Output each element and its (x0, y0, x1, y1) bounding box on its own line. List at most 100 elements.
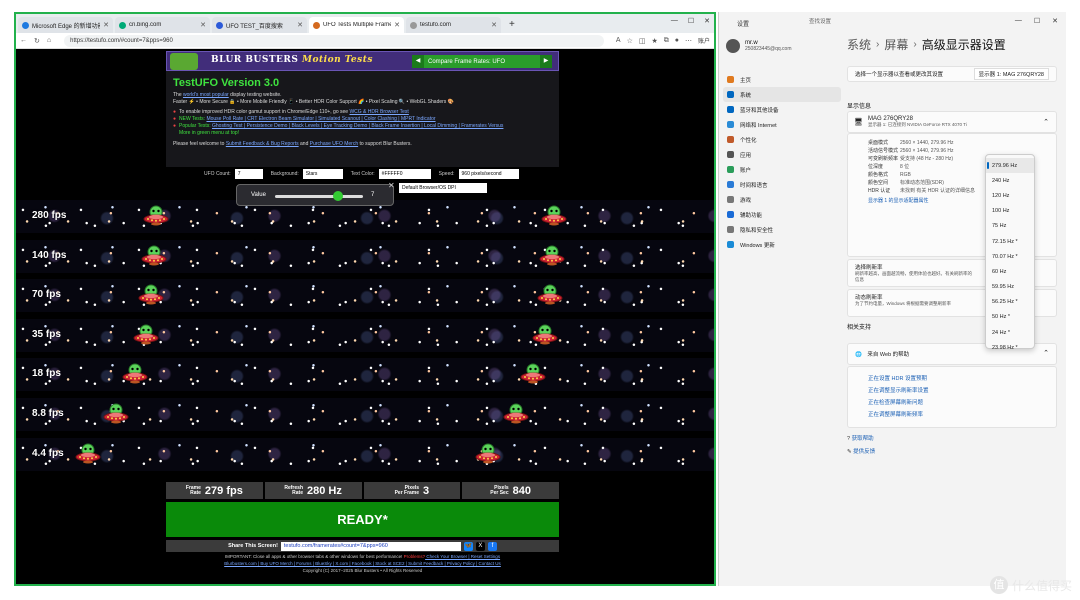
display-select-dropdown[interactable]: 显示器 1: MAG 276QRY28 (973, 68, 1049, 80)
back-icon[interactable]: ← (20, 37, 27, 44)
url-input[interactable]: https://testufo.com/#count=7&pps=960 (64, 34, 604, 47)
tab-close-icon[interactable]: ✕ (200, 21, 206, 29)
refresh-rate-option[interactable]: 72.15 Hz * (986, 234, 1034, 249)
nav-item[interactable]: 辅助功能 (723, 207, 841, 222)
maximize-icon[interactable]: ☐ (1034, 17, 1040, 25)
refresh-rate-option[interactable]: 100 Hz (986, 204, 1034, 219)
ufo-icon (141, 244, 167, 268)
ufo-icon (103, 402, 129, 426)
info-key: 桌面模式 (868, 140, 889, 146)
tab-close-icon[interactable]: ✕ (394, 21, 400, 29)
popular-link[interactable]: world's most popular (183, 92, 229, 98)
refresh-rate-option[interactable]: 240 Hz (986, 173, 1034, 188)
footer-links[interactable]: Blurbusters.com | Buy UFO Merch | Forums… (166, 560, 559, 567)
refresh-rate-option[interactable]: 23.98 Hz * (986, 340, 1034, 355)
nav-item[interactable]: 游戏 (723, 192, 841, 207)
new-tests-links[interactable]: Mouse Poll Rate | CRT Electron Beam Simu… (206, 116, 435, 122)
chevron-up-icon[interactable]: ⌃ (1043, 349, 1049, 357)
refresh-rate-option[interactable]: 50 Hz * (986, 310, 1034, 325)
home-icon[interactable]: ⌂ (47, 37, 51, 44)
value-slider[interactable] (275, 191, 363, 201)
text-color-input[interactable]: #FFFFF0 (378, 169, 431, 179)
refresh-rate-option[interactable]: 120 Hz (986, 188, 1034, 203)
dpi-select[interactable]: Default Browser/OS DPI (399, 183, 487, 193)
minimize-icon[interactable]: — (1015, 17, 1022, 25)
more-icon[interactable]: ⋯ (685, 37, 692, 45)
prev-test-icon[interactable]: ◀ (412, 55, 424, 68)
next-test-icon[interactable]: ▶ (540, 55, 552, 68)
address-bar: ← ↻ ⌂ https://testufo.com/#count=7&pps=9… (16, 33, 714, 49)
refresh-rate-option[interactable]: 70.07 Hz * (986, 249, 1034, 264)
nav-item[interactable]: 网络和 Internet (723, 117, 841, 132)
help-link[interactable]: 正在检查屏幕刷新问题 (868, 397, 1036, 409)
user-profile[interactable]: mr.w 250823445@qq.com (726, 39, 792, 53)
get-help-link[interactable]: ? 获取帮助 (847, 433, 875, 446)
compare-framerates-select[interactable]: ◀ Compare Frame Rates: UFO ▶ (412, 55, 552, 68)
x-icon[interactable]: X (475, 541, 485, 551)
dynamic-refresh-desc: 为了节约电量，Windows 将根据需要调整刷新率 (855, 301, 952, 306)
read-aloud-icon[interactable]: A (616, 37, 621, 44)
collections-icon[interactable]: ⧉ (664, 37, 669, 45)
refresh-rate-option[interactable]: 24 Hz * (986, 325, 1034, 340)
background-select[interactable]: Stars (302, 169, 343, 179)
close-icon[interactable]: ✕ (1052, 17, 1058, 25)
nav-item[interactable]: 应用 (723, 147, 841, 162)
nav-item[interactable]: 账户 (723, 162, 841, 177)
ufo-count-input[interactable]: 7 (234, 169, 263, 179)
favorite-icon[interactable]: ☆ (627, 37, 633, 45)
help-link[interactable]: 正在设置 HDR 设置预期 (868, 373, 1036, 385)
nav-item[interactable]: 蓝牙和其他设备 (723, 102, 841, 117)
facebook-icon[interactable]: f (487, 541, 497, 551)
nav-item[interactable]: 主页 (723, 72, 841, 87)
refresh-rate-option[interactable]: 279.96 Hz (986, 158, 1034, 174)
stat-value: 279 fps (204, 484, 243, 497)
new-tab-button[interactable]: + (503, 17, 521, 33)
stat-label: Pixels Per Frame (394, 484, 420, 496)
copilot-account[interactable]: 账户 (698, 36, 710, 45)
maximize-icon[interactable]: ☐ (688, 17, 694, 25)
info-panel: TestUFO Version 3.0 The world's most pop… (166, 71, 559, 167)
refresh-rate-option[interactable]: 75 Hz (986, 219, 1034, 234)
popular-tests-links[interactable]: Ghosting Test | Persistence Demo | Black… (212, 123, 503, 129)
window-controls: — ☐ ✕ (671, 17, 710, 25)
feedback-link[interactable]: Submit Feedback & Bug Reports (226, 141, 299, 147)
refresh-rate-option[interactable]: 59.95 Hz (986, 280, 1034, 295)
close-icon[interactable]: ✕ (704, 17, 710, 25)
split-screen-icon[interactable]: ◫ (639, 37, 646, 45)
help-link[interactable]: 正在调整显示刷新率设置 (868, 385, 1036, 397)
nav-item[interactable]: 个性化 (723, 132, 841, 147)
hdr-test-link[interactable]: WCG & HDR Browser Test (349, 109, 408, 115)
browser-tab[interactable]: cn.bing.com ✕ (115, 17, 210, 33)
crumb-display[interactable]: 屏幕 (884, 36, 908, 53)
refresh-rate-option[interactable]: 60 Hz (986, 264, 1034, 279)
nav-item[interactable]: 系统 (723, 87, 841, 102)
nav-item[interactable]: 时间和语言 (723, 177, 841, 192)
speed-select[interactable]: 960 pixels/second (458, 169, 519, 179)
monitor-card-header[interactable]: 🖥 MAG 276QRY28 显示器 1: 已连接到 NVIDIA GeForc… (847, 111, 1057, 133)
value-slider-handle[interactable] (333, 191, 344, 201)
share-url-input[interactable]: testufo.com/framerates#count=7&pps=960 (280, 541, 461, 551)
tab-close-icon[interactable]: ✕ (103, 21, 109, 29)
browser-tab[interactable]: Microsoft Edge 的新增功能 ✕ (18, 17, 113, 33)
help-link[interactable]: 正在调整屏幕刷新频率 (868, 409, 1036, 421)
nav-item[interactable]: 隐私和安全性 (723, 222, 841, 237)
minimize-icon[interactable]: — (671, 17, 678, 25)
merch-link[interactable]: Purchase UFO Merch (310, 141, 358, 147)
bluesky-icon[interactable]: 🦋 (463, 541, 473, 551)
browser-tab[interactable]: UFO Tests Multiple Framerates✕ (309, 17, 404, 33)
feedback-link[interactable]: ✎ 提供反馈 (847, 446, 875, 459)
chevron-up-icon[interactable]: ⌃ (1043, 118, 1049, 126)
tab-close-icon[interactable]: ✕ (297, 21, 303, 29)
browser-tab[interactable]: UFO TEST_百度搜索 ✕ (212, 17, 307, 33)
close-overlay-icon[interactable]: ✕ (388, 181, 395, 190)
browser-tab[interactable]: testufo.com ✕ (406, 17, 501, 33)
footer-help-links[interactable]: Check Your Browser | Reset Settings (425, 554, 500, 559)
settings-search-input[interactable]: 查找设置 (803, 17, 903, 28)
refresh-icon[interactable]: ↻ (34, 37, 40, 45)
nav-item[interactable]: Windows 更新 (723, 237, 841, 252)
tab-close-icon[interactable]: ✕ (491, 21, 497, 29)
profile-icon[interactable]: ● (675, 37, 679, 44)
refresh-rate-option[interactable]: 56.25 Hz * (986, 295, 1034, 310)
favorites-icon[interactable]: ★ (651, 37, 657, 45)
crumb-system[interactable]: 系统 (847, 36, 871, 53)
